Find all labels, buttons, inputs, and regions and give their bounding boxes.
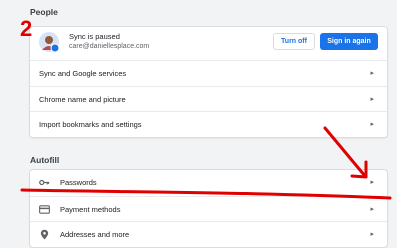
- row-label: Payment methods: [60, 204, 121, 214]
- row-label: Sync and Google services: [39, 69, 127, 78]
- row-label: Addresses and more: [60, 230, 130, 239]
- chevron-right-icon: ▸: [370, 95, 374, 103]
- sign-in-again-button[interactable]: Sign in again: [320, 33, 378, 50]
- credit-card-icon: [39, 204, 50, 214]
- addresses-row[interactable]: Addresses and more ▸: [30, 221, 387, 247]
- row-label: Chrome name and picture: [39, 94, 126, 104]
- chevron-right-icon: ▸: [370, 121, 374, 128]
- avatar[interactable]: [39, 32, 59, 52]
- import-bookmarks-row[interactable]: Import bookmarks and settings ▸: [30, 111, 387, 137]
- chrome-name-row[interactable]: Chrome name and picture ▸: [30, 85, 387, 112]
- sync-services-row[interactable]: Sync and Google services ▸: [30, 60, 387, 86]
- row-label: Import bookmarks and settings: [39, 120, 142, 129]
- autofill-card: Passwords ▸ Payment methods ▸ Addresses …: [30, 170, 387, 247]
- chevron-right-icon: ▸: [370, 70, 374, 77]
- passwords-row[interactable]: Passwords ▸: [30, 170, 387, 196]
- profile-row: Sync is paused care@daniellesplace.com T…: [30, 27, 387, 60]
- chevron-right-icon: ▸: [370, 179, 374, 186]
- sync-status: Sync is paused: [69, 32, 120, 41]
- location-pin-icon: [40, 229, 49, 240]
- people-card: Sync is paused care@daniellesplace.com T…: [30, 27, 387, 137]
- account-email: care@daniellesplace.com: [69, 43, 150, 50]
- annotation-number: 2: [20, 16, 33, 41]
- key-icon: [39, 179, 50, 186]
- payment-methods-row[interactable]: Payment methods ▸: [30, 195, 387, 222]
- chevron-right-icon: ▸: [370, 205, 374, 213]
- row-label: Passwords: [60, 178, 97, 187]
- chevron-right-icon: ▸: [370, 231, 374, 238]
- turn-off-button[interactable]: Turn off: [273, 33, 315, 50]
- autofill-section-title: Autofill: [30, 155, 60, 165]
- people-section-title: People: [30, 7, 58, 17]
